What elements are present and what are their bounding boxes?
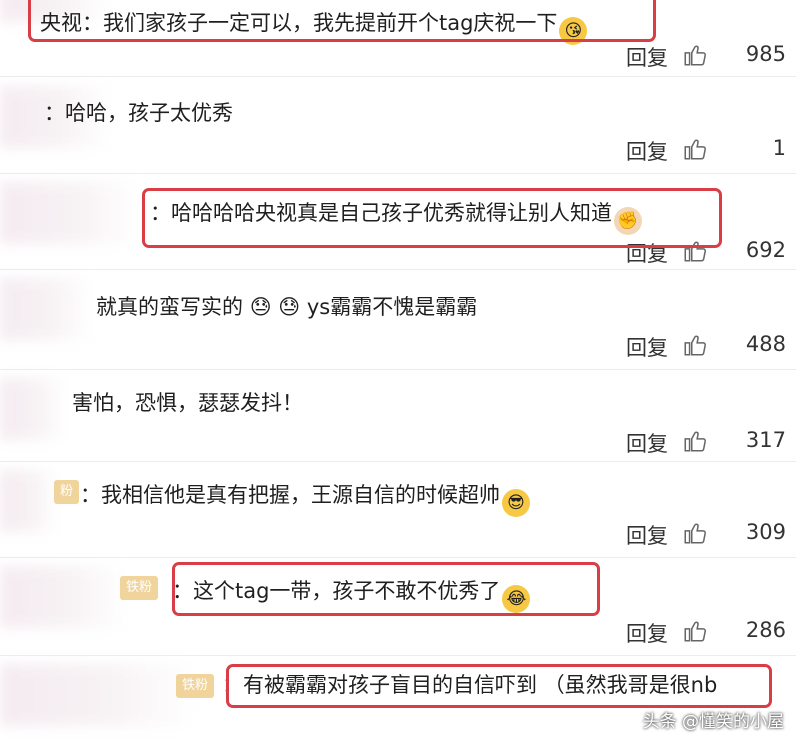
thumbs-up-icon[interactable] [682,520,708,546]
thumbs-up-icon[interactable] [682,428,708,454]
thumbs-up-icon[interactable] [682,42,708,68]
like-count: 286 [745,618,786,642]
avatar[interactable] [0,278,92,340]
reply-button[interactable]: 回复 [626,618,668,648]
reply-button[interactable]: 回复 [626,42,668,72]
comment-text: ：我相信他是真有把握，王源自信的时候超帅 😎 [80,480,530,517]
avatar[interactable] [0,566,126,628]
watermark: 头条 @懂笑的小屋 [642,712,784,732]
highlight-box [226,664,772,708]
highlight-box [172,562,600,616]
sweat-emoji-icon: 😓 😓 [249,295,301,319]
like-count: 985 [745,42,786,66]
comment-text: ：哈哈，孩子太优秀 [44,98,233,128]
comment-item: 害怕，恐惧，瑟瑟发抖！ 回复 317 [0,370,796,462]
thumbs-up-icon[interactable] [682,618,708,644]
like-count: 1 [772,136,786,160]
comment-item: 粉 ：我相信他是真有把握，王源自信的时候超帅 😎 回复 309 [0,462,796,558]
comment-body-tail: ys霸霸不愧是霸霸 [306,295,478,319]
sunglasses-emoji-icon: 😎 [502,489,530,517]
thumbs-up-icon[interactable] [682,136,708,162]
comment-body: 害怕，恐惧，瑟瑟发抖！ [72,391,303,415]
thumbs-up-icon[interactable] [682,332,708,358]
comment-text: 害怕，恐惧，瑟瑟发抖！ [72,388,303,418]
avatar[interactable] [0,470,58,532]
fan-badge: 粉 [54,480,80,504]
iron-fan-badge: 铁粉 [176,674,215,698]
like-count: 692 [745,238,786,262]
reply-button[interactable]: 回复 [626,428,668,458]
reply-button[interactable]: 回复 [626,136,668,166]
iron-fan-badge: 铁粉 [120,576,159,600]
reply-button[interactable]: 回复 [626,332,668,362]
like-count: 317 [745,428,786,452]
comment-text: 就真的蛮写实的 😓 😓 ys霸霸不愧是霸霸 [96,292,477,322]
like-count: 488 [745,332,786,356]
highlight-box [28,0,656,42]
comment-body: ：哈哈，孩子太优秀 [44,101,233,125]
comment-item: 就真的蛮写实的 😓 😓 ys霸霸不愧是霸霸 回复 488 [0,270,796,370]
avatar[interactable] [0,182,140,244]
like-count: 309 [745,520,786,544]
highlight-box [142,188,722,248]
reply-button[interactable]: 回复 [626,520,668,550]
avatar[interactable] [0,378,66,440]
comment-item: ：哈哈，孩子太优秀 回复 1 [0,78,796,174]
avatar[interactable] [0,664,196,726]
comment-body: ：我相信他是真有把握，王源自信的时候超帅 [80,483,500,507]
comment-body: 就真的蛮写实的 [96,295,243,319]
